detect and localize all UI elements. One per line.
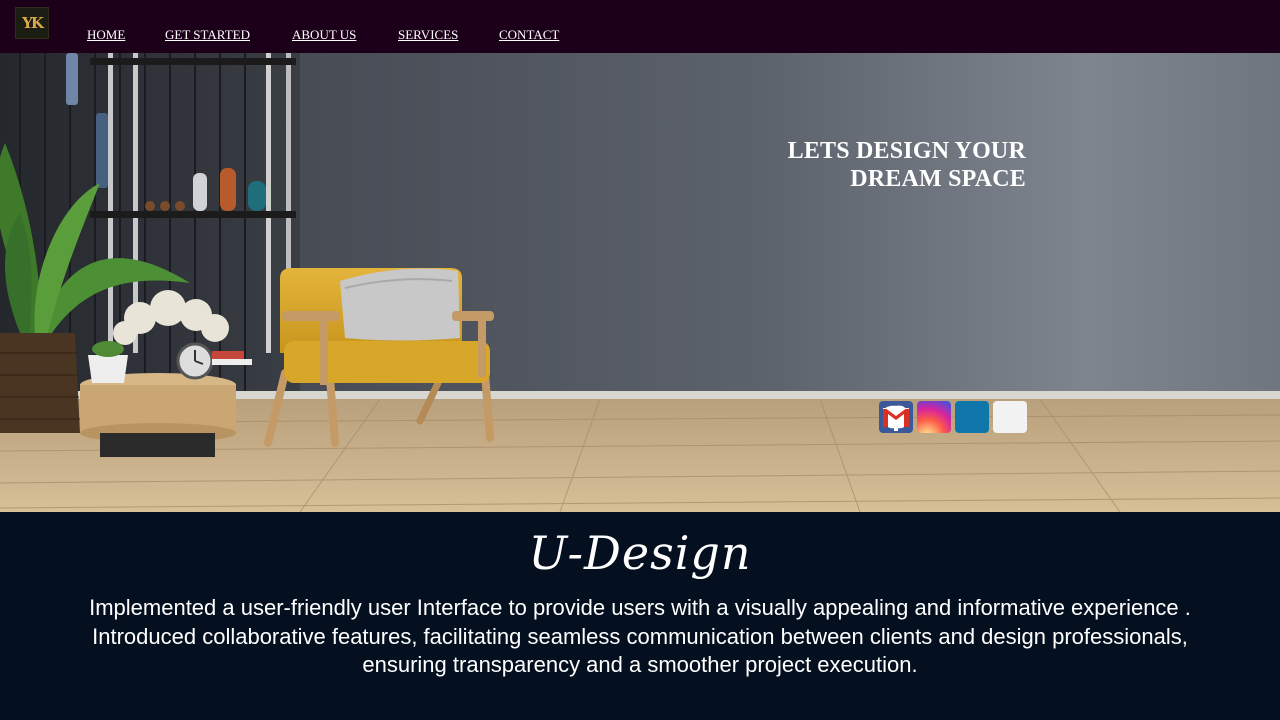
nav-contact-link[interactable]: CONTACT — [499, 27, 559, 43]
side-table — [80, 373, 236, 457]
description-line-3: ensuring transparency and a smoother pro… — [362, 652, 918, 677]
project-description: Implemented a user-friendly user Interfa… — [20, 594, 1260, 680]
description-line-2: Introduced collaborative features, facil… — [92, 623, 1188, 649]
room-illustration — [0, 53, 1280, 512]
nav-about-us-link[interactable]: ABOUT US — [292, 27, 356, 43]
gmail-icon[interactable] — [883, 401, 1027, 433]
nav-get-started-link[interactable]: GET STARTED — [165, 27, 250, 43]
hero-tagline: LETS DESIGN YOUR DREAM SPACE — [788, 137, 1026, 193]
logo-text: YK — [22, 14, 44, 32]
pendant-lamp — [96, 113, 108, 188]
hero-banner: LETS DESIGN YOUR DREAM SPACE — [0, 53, 1280, 512]
pendant-lamp — [66, 53, 78, 105]
brand-title: U-Design — [528, 526, 752, 580]
small-pot — [88, 355, 128, 383]
top-navbar: YK HOME GET STARTED ABOUT US SERVICES CO… — [0, 0, 1280, 53]
instagram-icon[interactable] — [884, 401, 951, 433]
brand-logo[interactable]: YK — [15, 7, 49, 39]
linkedin-icon[interactable] — [885, 401, 989, 433]
vase — [248, 181, 266, 211]
social-links — [879, 401, 1027, 433]
nav-services-link[interactable]: SERVICES — [398, 27, 458, 43]
nav-home-link[interactable]: HOME — [87, 27, 125, 43]
vase — [220, 168, 236, 211]
tagline-line-2: DREAM SPACE — [850, 166, 1026, 192]
description-line-1: Implemented a user-friendly user Interfa… — [89, 595, 1191, 620]
vase — [193, 173, 207, 211]
tagline-line-1: LETS DESIGN YOUR — [787, 138, 1026, 164]
